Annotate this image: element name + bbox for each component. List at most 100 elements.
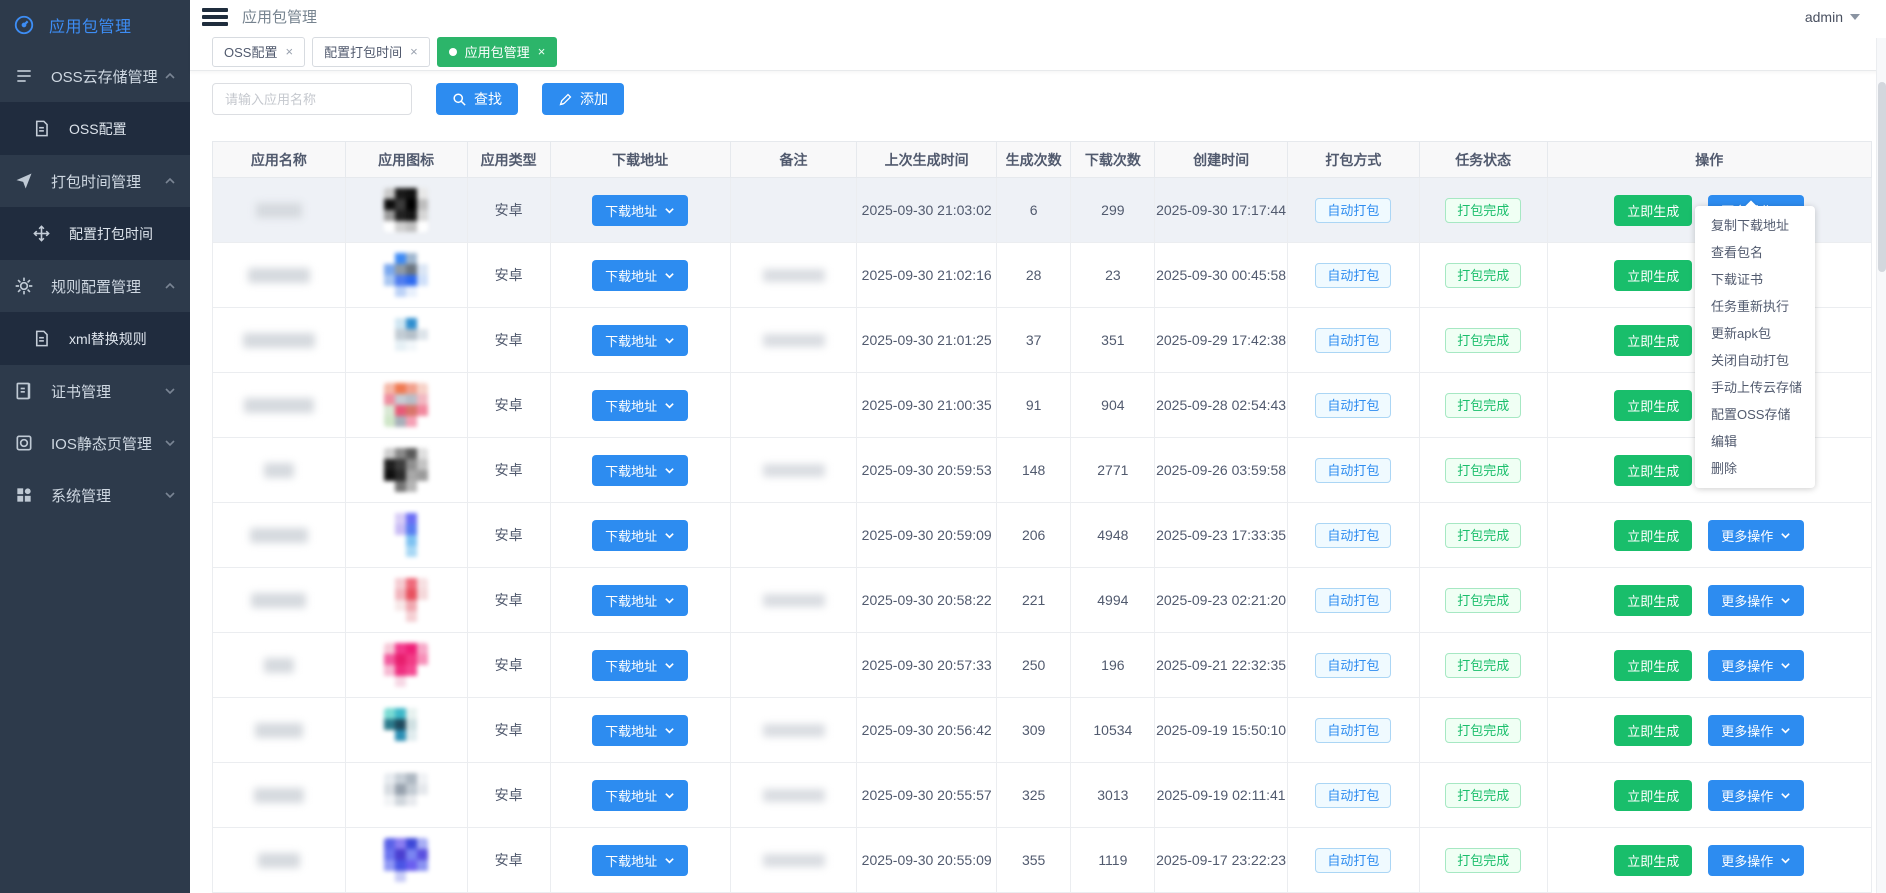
app-type: 安卓 xyxy=(467,828,550,893)
col-last-gen-time: 上次生成时间 xyxy=(857,142,996,178)
dropdown-menu-item[interactable]: 关闭自动打包 xyxy=(1695,347,1815,374)
generate-now-button[interactable]: 立即生成 xyxy=(1614,260,1692,291)
generate-now-button[interactable]: 立即生成 xyxy=(1614,455,1692,486)
remark-redacted xyxy=(763,789,825,802)
tab-config-pack-time[interactable]: 配置打包时间 × xyxy=(312,37,430,67)
col-actions: 操作 xyxy=(1547,142,1871,178)
app-icon xyxy=(384,643,428,687)
download-url-button[interactable]: 下载地址 xyxy=(592,260,688,291)
dropdown-menu-item[interactable]: 查看包名 xyxy=(1695,239,1815,266)
generate-now-button[interactable]: 立即生成 xyxy=(1614,780,1692,811)
sidebar-item-oss-cloud[interactable]: OSS云存储管理 xyxy=(0,50,190,102)
search-button[interactable]: 查找 xyxy=(436,83,518,115)
download-url-button[interactable]: 下载地址 xyxy=(592,455,688,486)
download-url-button[interactable]: 下载地址 xyxy=(592,715,688,746)
generate-now-button[interactable]: 立即生成 xyxy=(1614,650,1692,681)
generate-now-button[interactable]: 立即生成 xyxy=(1614,325,1692,356)
more-actions-button[interactable]: 更多操作 xyxy=(1708,585,1804,616)
close-icon[interactable]: × xyxy=(538,45,546,58)
sidebar-item-config-pack-time[interactable]: 配置打包时间 xyxy=(0,207,190,260)
last-gen-time: 2025-09-30 21:02:16 xyxy=(857,243,996,308)
more-actions-button[interactable]: 更多操作 xyxy=(1708,650,1804,681)
dropdown-menu-item[interactable]: 手动上传云存储 xyxy=(1695,374,1815,401)
create-time: 2025-09-19 02:11:41 xyxy=(1155,763,1288,828)
table-row: 安卓 下载地址 2025-09-30 21:03:02 6 299 2025-0… xyxy=(213,178,1872,243)
dropdown-menu-item[interactable]: 任务重新执行 xyxy=(1695,293,1815,320)
col-pack-mode: 打包方式 xyxy=(1287,142,1419,178)
document-icon xyxy=(32,119,51,138)
col-download-count: 下载次数 xyxy=(1071,142,1155,178)
scrollbar[interactable] xyxy=(1876,38,1886,893)
app-name-redacted xyxy=(248,268,310,283)
gear-icon xyxy=(14,276,34,296)
dropdown-menu-item[interactable]: 编辑 xyxy=(1695,428,1815,455)
gen-count: 37 xyxy=(996,308,1071,373)
add-button[interactable]: 添加 xyxy=(542,83,624,115)
generate-now-button[interactable]: 立即生成 xyxy=(1614,520,1692,551)
tab-app-package-active[interactable]: 应用包管理 × xyxy=(437,37,558,67)
sidebar-item-rule-config[interactable]: 规则配置管理 xyxy=(0,260,190,312)
app-icon xyxy=(384,188,428,232)
sidebar-item-certificate[interactable]: 证书管理 xyxy=(0,365,190,417)
generate-now-button[interactable]: 立即生成 xyxy=(1614,715,1692,746)
more-actions-button[interactable]: 更多操作 xyxy=(1708,780,1804,811)
remark-redacted xyxy=(763,269,825,282)
remark-redacted xyxy=(763,334,825,347)
generate-now-button[interactable]: 立即生成 xyxy=(1614,845,1692,876)
table-row: 安卓 下载地址 2025-09-30 21:00:35 91 904 2025-… xyxy=(213,373,1872,438)
last-gen-time: 2025-09-30 20:58:22 xyxy=(857,568,996,633)
generate-now-button[interactable]: 立即生成 xyxy=(1614,390,1692,421)
app-name-redacted xyxy=(250,528,308,543)
close-icon[interactable]: × xyxy=(285,45,293,58)
dropdown-menu-item[interactable]: 更新apk包 xyxy=(1695,320,1815,347)
download-url-button[interactable]: 下载地址 xyxy=(592,195,688,226)
gen-count: 91 xyxy=(996,373,1071,438)
sidebar-item-system[interactable]: 系统管理 xyxy=(0,469,190,521)
col-remark: 备注 xyxy=(730,142,857,178)
dropdown-menu-item[interactable]: 复制下载地址 xyxy=(1695,212,1815,239)
download-url-button[interactable]: 下载地址 xyxy=(592,780,688,811)
app-name-redacted xyxy=(243,333,315,348)
search-input[interactable] xyxy=(212,83,412,115)
download-url-button[interactable]: 下载地址 xyxy=(592,845,688,876)
tab-oss-config[interactable]: OSS配置 × xyxy=(212,37,305,67)
download-url-button[interactable]: 下载地址 xyxy=(592,325,688,356)
dropdown-menu-item[interactable]: 配置OSS存储 xyxy=(1695,401,1815,428)
table-row: 安卓 下载地址 2025-09-30 20:58:22 221 4994 202… xyxy=(213,568,1872,633)
sidebar-item-ios-static[interactable]: IOS静态页管理 xyxy=(0,417,190,469)
sidebar-item-oss-config[interactable]: OSS配置 xyxy=(0,102,190,155)
dropdown-menu-item[interactable]: 下载证书 xyxy=(1695,266,1815,293)
chevron-down-icon xyxy=(664,465,675,476)
download-url-button[interactable]: 下载地址 xyxy=(592,650,688,681)
download-url-button[interactable]: 下载地址 xyxy=(592,390,688,421)
more-actions-button[interactable]: 更多操作 xyxy=(1708,520,1804,551)
app-name-redacted xyxy=(258,853,300,868)
scrollbar-thumb[interactable] xyxy=(1878,82,1886,272)
user-menu[interactable]: admin xyxy=(1805,9,1860,25)
username: admin xyxy=(1805,9,1843,25)
download-url-button[interactable]: 下载地址 xyxy=(592,585,688,616)
col-gen-count: 生成次数 xyxy=(996,142,1071,178)
close-icon[interactable]: × xyxy=(410,45,418,58)
generate-now-button[interactable]: 立即生成 xyxy=(1614,585,1692,616)
chevron-down-icon xyxy=(664,595,675,606)
gen-count: 206 xyxy=(996,503,1071,568)
pack-mode-badge: 自动打包 xyxy=(1315,653,1391,678)
hamburger-menu-icon[interactable] xyxy=(202,7,228,27)
table-row: 安卓 下载地址 2025-09-30 20:55:09 355 1119 202… xyxy=(213,828,1872,893)
chevron-down-icon xyxy=(1780,790,1791,801)
create-time: 2025-09-17 23:22:23 xyxy=(1155,828,1288,893)
more-actions-button[interactable]: 更多操作 xyxy=(1708,715,1804,746)
download-count: 1119 xyxy=(1071,828,1155,893)
sidebar-item-xml-rule[interactable]: xml替换规则 xyxy=(0,312,190,365)
create-time: 2025-09-29 17:42:38 xyxy=(1155,308,1288,373)
chevron-up-icon xyxy=(164,175,176,187)
more-actions-button[interactable]: 更多操作 xyxy=(1708,845,1804,876)
download-url-button[interactable]: 下载地址 xyxy=(592,520,688,551)
chevron-down-icon xyxy=(664,205,675,216)
dropdown-menu-item[interactable]: 删除 xyxy=(1695,455,1815,482)
sidebar-item-pack-time[interactable]: 打包时间管理 xyxy=(0,155,190,207)
chevron-down-icon xyxy=(1850,14,1860,20)
chevron-down-icon xyxy=(664,270,675,281)
generate-now-button[interactable]: 立即生成 xyxy=(1614,195,1692,226)
